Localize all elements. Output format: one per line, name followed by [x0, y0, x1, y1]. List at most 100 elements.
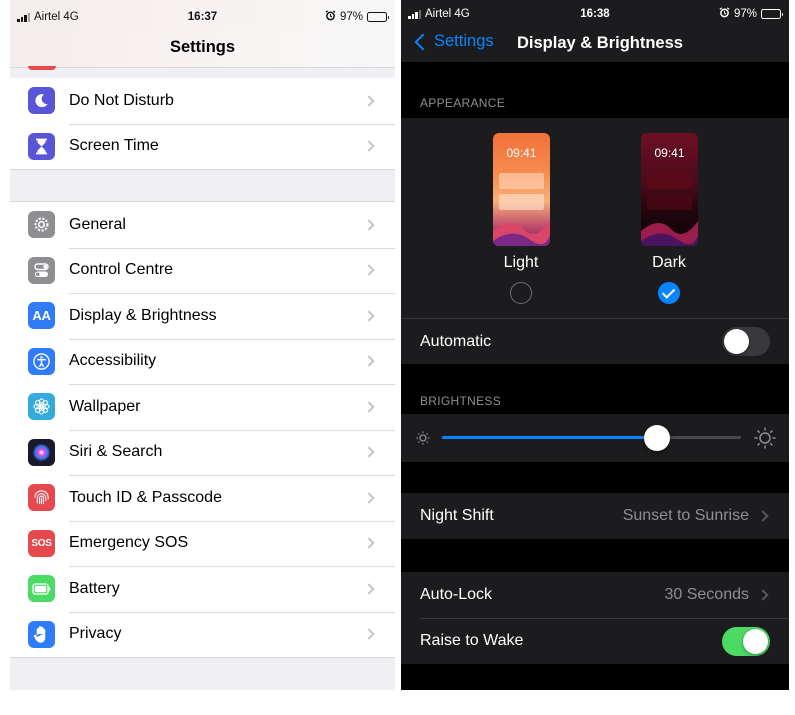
brightness-slider[interactable] — [442, 436, 741, 439]
preview-time: 09:41 — [654, 146, 685, 160]
auto-lock-row[interactable]: Auto-Lock 30 Seconds — [401, 572, 789, 618]
settings-row-hourglass[interactable]: Screen Time — [10, 123, 395, 170]
light-radio[interactable] — [510, 282, 532, 304]
hourglass-icon — [28, 132, 55, 160]
group-spacer — [10, 169, 395, 202]
dark-option-label: Dark — [652, 254, 686, 271]
settings-row-label: Do Not Disturb — [69, 91, 174, 109]
sun-small-icon — [416, 431, 430, 445]
dark-radio[interactable] — [658, 282, 680, 304]
lock-group: Auto-Lock 30 Seconds Raise to Wake — [401, 572, 789, 664]
settings-row-gear[interactable]: General — [10, 202, 395, 248]
gear-icon — [28, 211, 55, 239]
appearance-picker: 09:41 Light 09:41 Dark — [401, 118, 789, 318]
settings-row-label: Privacy — [69, 625, 122, 643]
settings-row-accessibility[interactable]: Accessibility — [10, 338, 395, 385]
accessibility-icon — [28, 347, 55, 375]
chevron-right-icon — [363, 401, 375, 413]
settings-row-switches[interactable]: Control Centre — [10, 247, 395, 294]
preview-widget — [647, 194, 692, 210]
chevron-right-icon — [363, 264, 375, 276]
flower-icon — [28, 393, 55, 421]
settings-row-label: Emergency SOS — [69, 534, 189, 552]
settings-row-moon[interactable]: Do Not Disturb — [10, 78, 395, 124]
chevron-right-icon — [363, 583, 375, 595]
fingerprint-icon — [28, 484, 55, 512]
chevron-left-icon — [414, 33, 432, 50]
chevron-right-icon — [363, 310, 375, 322]
alarm-icon — [719, 7, 730, 21]
night-shift-row[interactable]: Night Shift Sunset to Sunrise — [401, 493, 789, 539]
back-label: Settings — [434, 32, 494, 50]
status-right: 97% — [325, 10, 389, 24]
night-shift-group: Night Shift Sunset to Sunrise — [401, 493, 789, 539]
settings-row-label: Battery — [69, 579, 120, 597]
settings-row-sos[interactable]: SOS Emergency SOS — [10, 520, 395, 567]
dark-preview[interactable]: 09:41 — [641, 133, 698, 246]
night-shift-label: Night Shift — [420, 507, 494, 524]
appearance-group: 09:41 Light 09:41 Dark Automatic — [401, 118, 789, 364]
brightness-header: BRIGHTNESS — [420, 394, 502, 408]
moon-icon — [28, 87, 55, 115]
light-settings-screen: Airtel 4G 16:37 97% Settings Do Not Dist… — [10, 0, 395, 690]
text-size-icon: AA — [28, 302, 55, 330]
settings-row-label: Display & Brightness — [69, 306, 217, 324]
preview-time: 09:41 — [506, 146, 537, 160]
settings-row-label: Accessibility — [69, 352, 157, 370]
settings-group-general: General Control Centre AA Display & Brightn… — [10, 202, 395, 657]
chevron-right-icon — [757, 510, 769, 522]
chevron-right-icon — [363, 537, 375, 549]
chevron-right-icon — [363, 219, 375, 231]
chevron-right-icon — [363, 628, 375, 640]
preview-widget — [647, 173, 692, 189]
settings-row-hand[interactable]: Privacy — [10, 611, 395, 658]
settings-row-fingerprint[interactable]: Touch ID & Passcode — [10, 475, 395, 521]
raise-to-wake-row: Raise to Wake — [401, 618, 789, 664]
settings-row-siri[interactable]: Siri & Search — [10, 429, 395, 476]
settings-row-label: Control Centre — [69, 261, 174, 279]
settings-row-battery[interactable]: Battery — [10, 566, 395, 612]
chevron-right-icon — [363, 446, 375, 458]
settings-row-text-size[interactable]: AA Display & Brightness — [10, 293, 395, 339]
automatic-toggle[interactable] — [722, 327, 770, 356]
automatic-row: Automatic — [401, 318, 789, 364]
settings-row-flower[interactable]: Wallpaper — [10, 384, 395, 430]
battery-status-icon — [367, 12, 389, 22]
status-bar: Airtel 4G 16:37 97% — [10, 0, 395, 30]
light-option-label: Light — [503, 254, 539, 271]
settings-row-label: Siri & Search — [69, 443, 163, 461]
dark-display-screen: Airtel 4G 16:38 97% Settings Display & B… — [401, 0, 789, 690]
status-bar: Airtel 4G 16:38 97% — [401, 0, 789, 26]
group-spacer — [10, 657, 395, 690]
page-title: Display & Brightness — [517, 34, 683, 52]
raise-to-wake-label: Raise to Wake — [420, 632, 524, 649]
alarm-icon — [325, 10, 336, 24]
preview-widget — [499, 194, 544, 210]
automatic-label: Automatic — [420, 332, 492, 350]
battery-percent: 97% — [733, 8, 757, 20]
sos-icon: SOS — [28, 529, 55, 557]
icon-text: SOS — [31, 537, 52, 549]
raise-to-wake-toggle[interactable] — [722, 626, 770, 656]
battery-status-icon — [761, 9, 783, 19]
appearance-header: APPEARANCE — [420, 96, 506, 110]
page-title: Settings — [169, 38, 236, 56]
wave-art-icon — [641, 221, 698, 246]
brightness-slider-thumb[interactable] — [644, 425, 671, 451]
chevron-right-icon — [363, 140, 375, 152]
nav-bar: Settings — [10, 30, 395, 70]
partial-row-icon — [28, 66, 56, 70]
hand-icon — [28, 620, 55, 648]
back-button[interactable]: Settings — [413, 32, 494, 51]
settings-row-label: Screen Time — [69, 137, 159, 155]
chevron-right-icon — [757, 589, 769, 601]
preview-widget — [499, 173, 544, 189]
battery-percent: 97% — [339, 11, 363, 23]
sun-large-icon — [754, 427, 776, 449]
light-preview[interactable]: 09:41 — [493, 133, 550, 246]
status-right: 97% — [719, 7, 783, 21]
switches-icon — [28, 256, 55, 284]
settings-group-focus: Do Not Disturb Screen Time — [10, 78, 395, 169]
settings-row-label: Wallpaper — [69, 397, 141, 415]
brightness-slider-row — [401, 414, 789, 462]
